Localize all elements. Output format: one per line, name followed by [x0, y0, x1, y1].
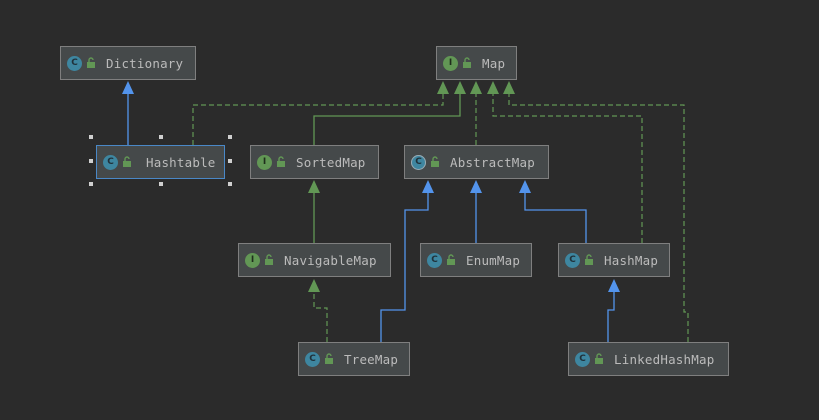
- arrowhead-map-3: [470, 81, 482, 94]
- node-label: Map: [482, 55, 506, 71]
- selection-handle[interactable]: [89, 159, 93, 163]
- selection-handle[interactable]: [228, 159, 232, 163]
- node-label: SortedMap: [296, 154, 366, 170]
- edge-treemap-navigablemap: [313, 293, 328, 342]
- class-icon: C: [103, 154, 118, 170]
- interface-icon: I: [443, 55, 458, 71]
- class-icon: C: [575, 351, 590, 367]
- edge-sortedmap-map: [313, 93, 461, 145]
- interface-icon: I: [245, 252, 260, 268]
- public-lock-icon: [87, 57, 95, 68]
- arrowhead-abstractmap-1: [422, 180, 434, 193]
- arrowhead-map-2: [454, 81, 466, 94]
- public-lock-icon: [595, 353, 603, 364]
- public-lock-icon: [265, 254, 273, 265]
- arrowhead-map-1: [437, 81, 449, 94]
- node-label: HashMap: [604, 252, 659, 268]
- node-label: NavigableMap: [284, 252, 377, 268]
- selection-handle[interactable]: [159, 135, 163, 139]
- node-label: Hashtable: [146, 154, 216, 170]
- arrowhead-sortedmap: [308, 180, 320, 193]
- selection-handle[interactable]: [89, 135, 93, 139]
- edge-linkedhashmap-map: [508, 93, 689, 342]
- node-hashtable[interactable]: C Hashtable: [96, 145, 225, 179]
- node-treemap[interactable]: C TreeMap: [298, 342, 410, 376]
- node-label: AbstractMap: [450, 154, 535, 170]
- selection-handle[interactable]: [228, 182, 232, 186]
- node-label: LinkedHashMap: [614, 351, 715, 367]
- class-icon: C: [427, 252, 442, 268]
- abstract-class-icon: C: [411, 154, 426, 170]
- class-icon: C: [565, 252, 580, 268]
- interface-icon: I: [257, 154, 272, 170]
- arrowhead-navigablemap: [308, 279, 320, 292]
- node-navigablemap[interactable]: I NavigableMap: [238, 243, 391, 277]
- arrowhead-hashmap: [608, 279, 620, 292]
- arrowhead-map-5: [503, 81, 515, 94]
- node-hashmap[interactable]: C HashMap: [558, 243, 670, 277]
- public-lock-icon: [123, 156, 131, 167]
- arrowhead-map-4: [487, 81, 499, 94]
- node-abstractmap[interactable]: C AbstractMap: [404, 145, 549, 179]
- selection-handle[interactable]: [89, 182, 93, 186]
- class-icon: C: [67, 55, 82, 71]
- node-sortedmap[interactable]: I SortedMap: [250, 145, 379, 179]
- public-lock-icon: [585, 254, 593, 265]
- node-label: TreeMap: [344, 351, 399, 367]
- node-enummap[interactable]: C EnumMap: [420, 243, 532, 277]
- selection-handle[interactable]: [228, 135, 232, 139]
- edge-linkedhashmap-hashmap: [607, 292, 615, 342]
- arrowhead-abstractmap-2: [470, 180, 482, 193]
- public-lock-icon: [463, 57, 471, 68]
- public-lock-icon: [447, 254, 455, 265]
- arrowhead-abstractmap-3: [519, 180, 531, 193]
- node-dictionary[interactable]: C Dictionary: [60, 46, 196, 80]
- node-label: Dictionary: [106, 55, 184, 71]
- public-lock-icon: [325, 353, 333, 364]
- class-icon: C: [305, 351, 320, 367]
- node-map[interactable]: I Map: [436, 46, 517, 80]
- public-lock-icon: [277, 156, 285, 167]
- edge-hashmap-abstractmap: [524, 193, 587, 243]
- node-label: EnumMap: [466, 252, 521, 268]
- selection-handle[interactable]: [159, 182, 163, 186]
- arrowhead-dictionary: [122, 81, 134, 94]
- node-linkedhashmap[interactable]: C LinkedHashMap: [568, 342, 729, 376]
- public-lock-icon: [431, 156, 439, 167]
